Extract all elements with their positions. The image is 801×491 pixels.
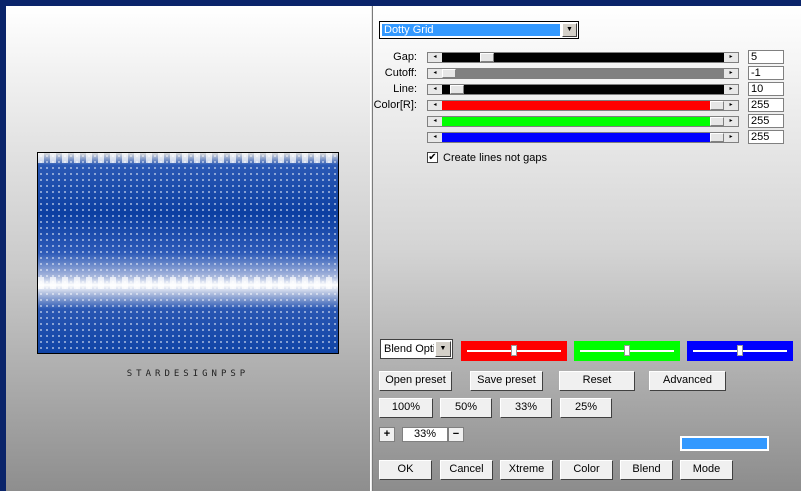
chevron-down-icon[interactable]: ▼ (435, 341, 451, 357)
arrow-left-icon[interactable]: ◂ (428, 69, 442, 78)
preview-image[interactable] (37, 152, 339, 354)
create-lines-checkbox[interactable]: ✔ (427, 152, 438, 163)
arrow-left-icon[interactable]: ◂ (428, 85, 442, 94)
color-swatch[interactable] (680, 436, 769, 451)
arrow-right-icon[interactable]: ▸ (724, 85, 738, 94)
slider-track[interactable]: ◂ ▸ (427, 116, 739, 127)
slider-value-field[interactable]: 10 (748, 82, 784, 96)
preview-panel: STARDESIGNPSP (6, 6, 370, 491)
cancel-button[interactable]: Cancel (440, 460, 493, 480)
slider-value-field[interactable]: 255 (748, 98, 784, 112)
zoom-25-button[interactable]: 25% (560, 398, 612, 418)
preset-dropdown[interactable]: Dotty Grid ▼ (379, 21, 579, 39)
slider-thumb[interactable] (480, 53, 494, 62)
slider-value-field[interactable]: -1 (748, 66, 784, 80)
slider-label: Gap: (393, 51, 417, 63)
arrow-right-icon[interactable]: ▸ (724, 53, 738, 62)
ok-button[interactable]: OK (379, 460, 432, 480)
create-lines-label: Create lines not gaps (443, 152, 547, 164)
zoom-33-button[interactable]: 33% (500, 398, 552, 418)
slider-fill (442, 133, 724, 142)
preset-dropdown-value: Dotty Grid (382, 24, 560, 36)
blend-options-dropdown[interactable]: Blend Options ▼ (380, 339, 453, 359)
arrow-right-icon[interactable]: ▸ (724, 117, 738, 126)
slider-knob[interactable] (737, 345, 743, 356)
slider-label: Color[R]: (373, 99, 417, 111)
preview-checker-top (38, 153, 338, 163)
zoom-50-button[interactable]: 50% (440, 398, 492, 418)
arrow-left-icon[interactable]: ◂ (428, 117, 442, 126)
slider-thumb[interactable] (710, 101, 724, 110)
blend-green-slider[interactable] (574, 341, 680, 361)
slider-thumb[interactable] (710, 133, 724, 142)
slider-thumb[interactable] (442, 69, 456, 78)
arrow-left-icon[interactable]: ◂ (428, 101, 442, 110)
blend-options-value: Blend Options (384, 343, 434, 355)
slider-track[interactable]: ◂ ▸ (427, 84, 739, 95)
zoom-value[interactable]: 33% (402, 427, 448, 442)
color-button[interactable]: Color (560, 460, 613, 480)
slider-value-field[interactable]: 5 (748, 50, 784, 64)
zoom-100-button[interactable]: 100% (379, 398, 433, 418)
slider-fill (442, 85, 724, 94)
slider-fill (442, 117, 724, 126)
arrow-left-icon[interactable]: ◂ (428, 53, 442, 62)
slider-track[interactable]: ◂ ▸ (427, 100, 739, 111)
blend-blue-slider[interactable] (687, 341, 793, 361)
controls-panel: Dotty Grid ▼ Gap: ◂ ▸ 5 Cutoff: ◂ ▸ -1 Line: ◂ ▸ 10… (373, 6, 801, 491)
filter-dialog: STARDESIGNPSP Dotty Grid ▼ Gap: ◂ ▸ 5 Cutoff… (0, 0, 801, 491)
slider-value-field[interactable]: 255 (748, 114, 784, 128)
slider-fill (442, 69, 724, 78)
preview-checker-band (38, 277, 338, 289)
slider-knob[interactable] (511, 345, 517, 356)
advanced-button[interactable]: Advanced (649, 371, 726, 391)
arrow-right-icon[interactable]: ▸ (724, 101, 738, 110)
slider-thumb[interactable] (450, 85, 464, 94)
zoom-out-button[interactable]: − (448, 427, 464, 442)
slider-track[interactable]: ◂ ▸ (427, 68, 739, 79)
slider-label: Line: (393, 83, 417, 95)
slider-knob[interactable] (624, 345, 630, 356)
arrow-right-icon[interactable]: ▸ (724, 133, 738, 142)
arrow-right-icon[interactable]: ▸ (724, 69, 738, 78)
blend-red-slider[interactable] (461, 341, 567, 361)
open-preset-button[interactable]: Open preset (379, 371, 452, 391)
slider-label: Cutoff: (384, 67, 417, 79)
zoom-in-button[interactable]: + (379, 427, 395, 442)
preview-watermark: STARDESIGNPSP (126, 369, 250, 379)
slider-fill (442, 101, 724, 110)
slider-value-field[interactable]: 255 (748, 130, 784, 144)
mode-button[interactable]: Mode (680, 460, 733, 480)
reset-button[interactable]: Reset (559, 371, 635, 391)
slider-track[interactable]: ◂ ▸ (427, 52, 739, 63)
xtreme-button[interactable]: Xtreme (500, 460, 553, 480)
slider-track[interactable]: ◂ ▸ (427, 132, 739, 143)
blend-button[interactable]: Blend (620, 460, 673, 480)
arrow-left-icon[interactable]: ◂ (428, 133, 442, 142)
slider-thumb[interactable] (710, 117, 724, 126)
chevron-down-icon[interactable]: ▼ (562, 23, 577, 37)
save-preset-button[interactable]: Save preset (470, 371, 543, 391)
